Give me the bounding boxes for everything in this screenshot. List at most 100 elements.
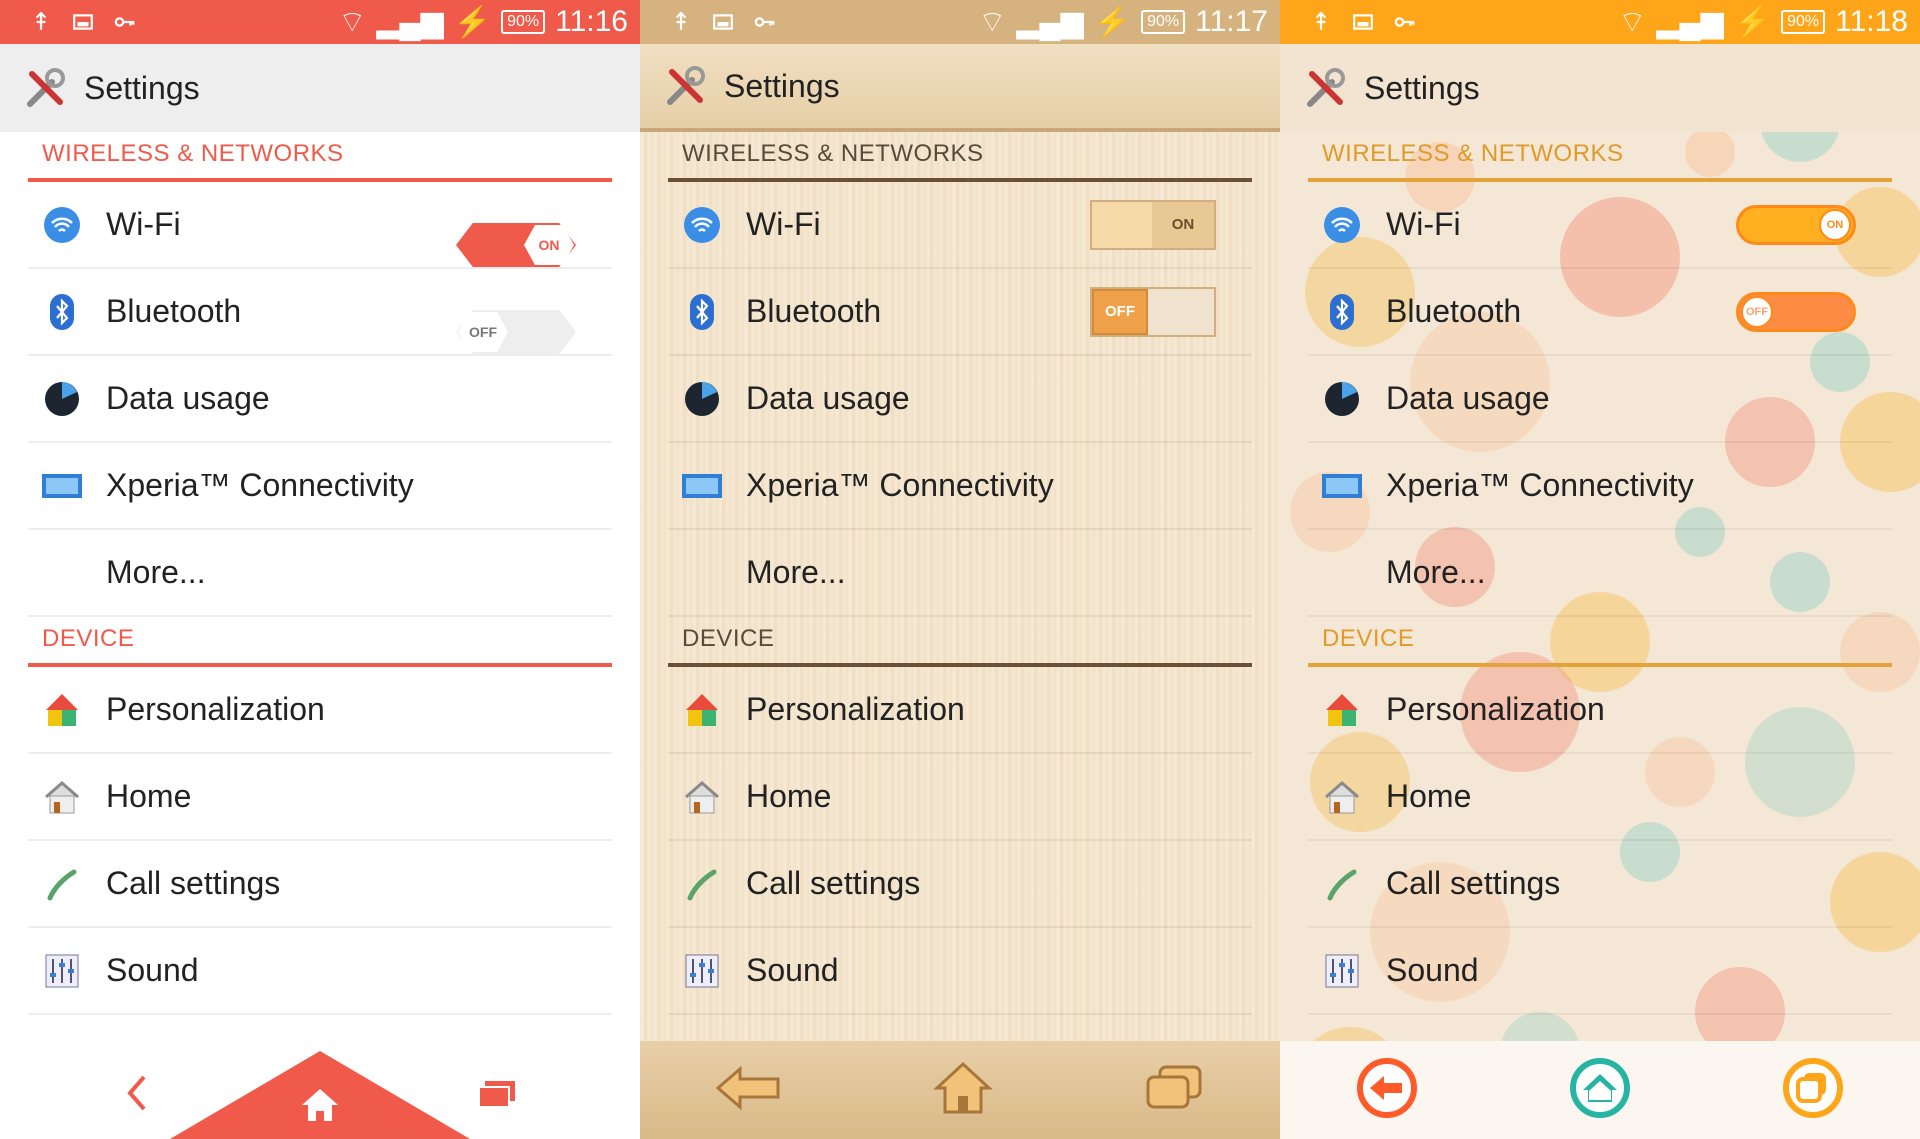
row-sound[interactable]: Sound <box>28 928 612 1015</box>
personalization-icon <box>40 688 84 732</box>
battery-indicator: 90% <box>501 10 546 34</box>
row-bluetooth[interactable]: Bluetooth OFF <box>668 269 1252 356</box>
cell-signal-icon: ▂▄▆ <box>376 5 444 39</box>
wifi-icon <box>40 203 84 247</box>
row-call-settings[interactable]: Call settings <box>28 841 612 928</box>
bluetooth-toggle[interactable]: OFF <box>456 310 576 354</box>
wifi-toggle[interactable]: ON <box>456 223 576 267</box>
xperia-connectivity-icon <box>40 464 84 508</box>
row-bluetooth[interactable]: Bluetooth OFF <box>28 269 612 356</box>
key-icon <box>1394 17 1415 27</box>
personalization-icon <box>680 688 724 732</box>
row-more[interactable]: More... <box>668 530 1252 617</box>
panel-red-theme: ⌔ ▂▄▆ ⚡ 90% 11:16 Settings WIRELESS & NE… <box>0 0 640 1139</box>
section-header-wireless: WIRELESS & NETWORKS <box>1322 140 1624 167</box>
charging-icon: ⚡ <box>453 5 492 39</box>
data-usage-icon <box>40 377 84 421</box>
row-label: Call settings <box>106 865 281 901</box>
key-icon <box>114 17 135 27</box>
row-label: Bluetooth <box>106 293 242 329</box>
navigation-bar <box>640 1041 1280 1139</box>
recent-apps-icon[interactable] <box>475 1079 519 1116</box>
page-title: Settings <box>84 69 200 106</box>
settings-list: WIRELESS & NETWORKS Wi-Fi ON Bluetooth O… <box>1280 132 1920 1015</box>
navigation-bar <box>0 1041 640 1139</box>
usb-icon <box>35 11 47 30</box>
page-title: Settings <box>724 67 840 104</box>
row-sound[interactable]: Sound <box>1308 928 1892 1015</box>
wifi-signal-icon: ⌔ <box>338 6 367 39</box>
clock: 11:16 <box>555 5 628 38</box>
settings-tools-icon <box>27 68 65 107</box>
data-usage-icon <box>680 377 724 421</box>
row-label: More... <box>106 554 206 590</box>
wifi-signal-icon: ⌔ <box>1618 6 1647 39</box>
row-personalization[interactable]: Personalization <box>28 667 612 754</box>
section-header-device: DEVICE <box>1322 625 1415 652</box>
status-bar: ⌔ ▂▄▆ ⚡ 90% 11:16 <box>0 0 640 44</box>
section-header-wireless: WIRELESS & NETWORKS <box>42 140 344 167</box>
home-button-icon[interactable] <box>933 1060 993 1121</box>
settings-list: WIRELESS & NETWORKS Wi-Fi ON Bluetooth O… <box>640 132 1280 1015</box>
recent-apps-icon[interactable] <box>1782 1057 1844 1124</box>
settings-tools-icon <box>1307 68 1345 107</box>
row-home[interactable]: Home <box>668 754 1252 841</box>
row-home[interactable]: Home <box>1308 754 1892 841</box>
home-button-icon[interactable] <box>298 1085 342 1130</box>
row-data-usage[interactable]: Data usage <box>1308 356 1892 443</box>
row-wifi[interactable]: Wi-Fi ON <box>1308 182 1892 269</box>
home-icon <box>1320 775 1364 819</box>
row-label: More... <box>746 554 846 590</box>
toggle-state: OFF <box>1092 288 1148 335</box>
row-label: Xperia™ Connectivity <box>106 467 414 503</box>
row-more[interactable]: More... <box>1308 530 1892 617</box>
row-data-usage[interactable]: Data usage <box>668 356 1252 443</box>
toggle-state: OFF <box>1741 295 1773 328</box>
row-wifi[interactable]: Wi-Fi ON <box>668 182 1252 269</box>
row-xperia-connectivity[interactable]: Xperia™ Connectivity <box>1308 443 1892 530</box>
row-label: Sound <box>1386 952 1479 988</box>
wifi-toggle[interactable]: ON <box>1090 199 1216 250</box>
row-label: Home <box>106 778 192 814</box>
row-label: Wi-Fi <box>106 206 181 242</box>
bluetooth-toggle[interactable]: OFF <box>1736 291 1856 332</box>
panel-bubbles-theme: ⌔ ▂▄▆ ⚡ 90% 11:18 Settings WIRELESS & NE… <box>1280 0 1920 1139</box>
panel-wood-theme: ⌔ ▂▄▆ ⚡ 90% 11:17 Settings WIRELESS & NE… <box>640 0 1280 1139</box>
row-xperia-connectivity[interactable]: Xperia™ Connectivity <box>668 443 1252 530</box>
battery-indicator: 90% <box>1141 10 1186 34</box>
row-personalization[interactable]: Personalization <box>1308 667 1892 754</box>
back-icon[interactable] <box>1356 1057 1418 1124</box>
row-data-usage[interactable]: Data usage <box>28 356 612 443</box>
row-call-settings[interactable]: Call settings <box>1308 841 1892 928</box>
row-label: Call settings <box>746 865 921 901</box>
back-icon[interactable] <box>714 1063 784 1118</box>
usb-icon <box>675 11 687 30</box>
xperia-connectivity-icon <box>680 464 724 508</box>
page-title: Settings <box>1364 69 1480 106</box>
toggle-state: ON <box>1819 208 1851 241</box>
recent-apps-icon[interactable] <box>1142 1063 1206 1118</box>
bluetooth-icon <box>680 290 724 334</box>
row-xperia-connectivity[interactable]: Xperia™ Connectivity <box>28 443 612 530</box>
personalization-icon <box>1320 688 1364 732</box>
bluetooth-toggle[interactable]: OFF <box>1090 286 1216 337</box>
wifi-toggle[interactable]: ON <box>1736 204 1856 245</box>
section-header-device: DEVICE <box>682 625 775 652</box>
row-bluetooth[interactable]: Bluetooth OFF <box>1308 269 1892 356</box>
home-button-icon[interactable] <box>1569 1057 1631 1124</box>
row-call-settings[interactable]: Call settings <box>668 841 1252 928</box>
row-more[interactable]: More... <box>28 530 612 617</box>
settings-tools-icon <box>667 66 705 105</box>
row-home[interactable]: Home <box>28 754 612 841</box>
equalizer-icon <box>40 949 84 993</box>
row-sound[interactable]: Sound <box>668 928 1252 1015</box>
row-label: Personalization <box>1386 691 1605 727</box>
settings-list: WIRELESS & NETWORKS Wi-Fi ON Bluetooth O… <box>0 132 640 1015</box>
navigation-bar <box>1280 1041 1920 1139</box>
row-label: Sound <box>106 952 199 988</box>
row-label: Personalization <box>106 691 325 727</box>
row-wifi[interactable]: Wi-Fi ON <box>28 182 612 269</box>
row-personalization[interactable]: Personalization <box>668 667 1252 754</box>
wifi-icon <box>680 203 724 247</box>
back-icon[interactable] <box>122 1073 152 1118</box>
